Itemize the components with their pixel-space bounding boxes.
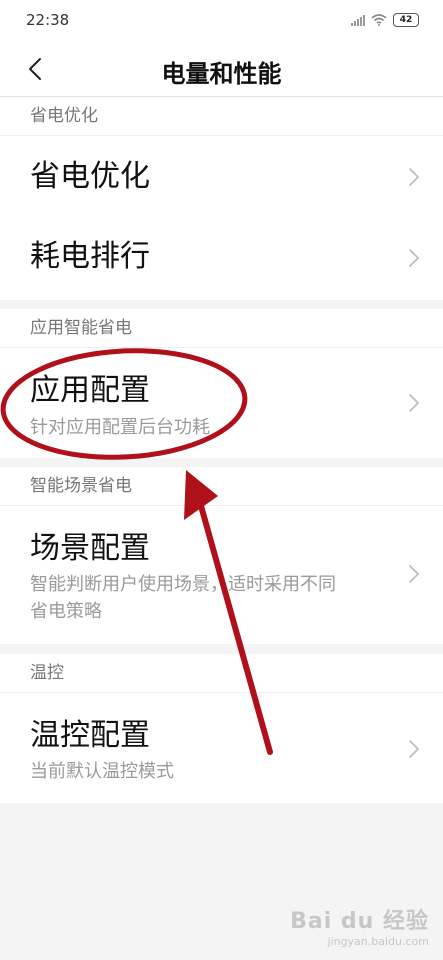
title-bar: 电量和性能 [0,42,443,97]
row-subtitle: 针对应用配置后台功耗 [30,417,210,438]
row-subtitle: 智能判断用户使用场景，适时采用不同 [30,574,336,595]
section-scene-saving: 智能场景省电 场景配置 智能判断用户使用场景，适时采用不同 省电策略 [0,467,443,644]
wifi-icon [371,14,387,26]
list-item-app-config[interactable]: 应用配置 针对应用配置后台功耗 [0,348,443,458]
list-item-scene-config[interactable]: 场景配置 智能判断用户使用场景，适时采用不同 省电策略 [0,506,443,644]
row-title: 应用配置 [30,373,150,408]
row-title: 温控配置 [30,718,150,753]
row-title: 耗电排行 [30,239,150,274]
row-title: 省电优化 [30,159,150,194]
chevron-right-icon [409,249,420,267]
watermark-brand: Bai du 经验 [290,909,429,934]
status-time: 22:38 [26,11,70,29]
row-title: 场景配置 [30,531,150,566]
chevron-right-icon [409,168,420,186]
signal-icon [351,14,365,26]
list-item-power-ranking[interactable]: 耗电排行 [0,218,443,300]
chevron-right-icon [409,394,420,412]
section-header: 温控 [0,654,443,693]
battery-icon: 42 [393,13,419,27]
watermark-url: jingyan.baidu.com [327,935,429,948]
list-item-power-saving[interactable]: 省电优化 [0,136,443,218]
section-thermal: 温控 温控配置 当前默认温控模式 [0,654,443,803]
list-item-thermal-config[interactable]: 温控配置 当前默认温控模式 [0,693,443,803]
chevron-right-icon [409,740,420,758]
status-bar: 22:38 42 [0,0,443,42]
section-header: 应用智能省电 [0,309,443,348]
section-app-smart-saving: 应用智能省电 应用配置 针对应用配置后台功耗 [0,309,443,458]
watermark-logo: Bai du 经验 jingyan.baidu.com [290,903,429,948]
section-header: 智能场景省电 [0,467,443,506]
section-header: 省电优化 [0,97,443,136]
chevron-right-icon [409,565,420,583]
status-icons: 42 [351,12,419,28]
row-subtitle: 省电策略 [30,601,102,622]
row-subtitle: 当前默认温控模式 [30,761,174,782]
page-title: 电量和性能 [161,60,282,88]
section-power-saving: 省电优化 省电优化 耗电排行 [0,97,443,300]
